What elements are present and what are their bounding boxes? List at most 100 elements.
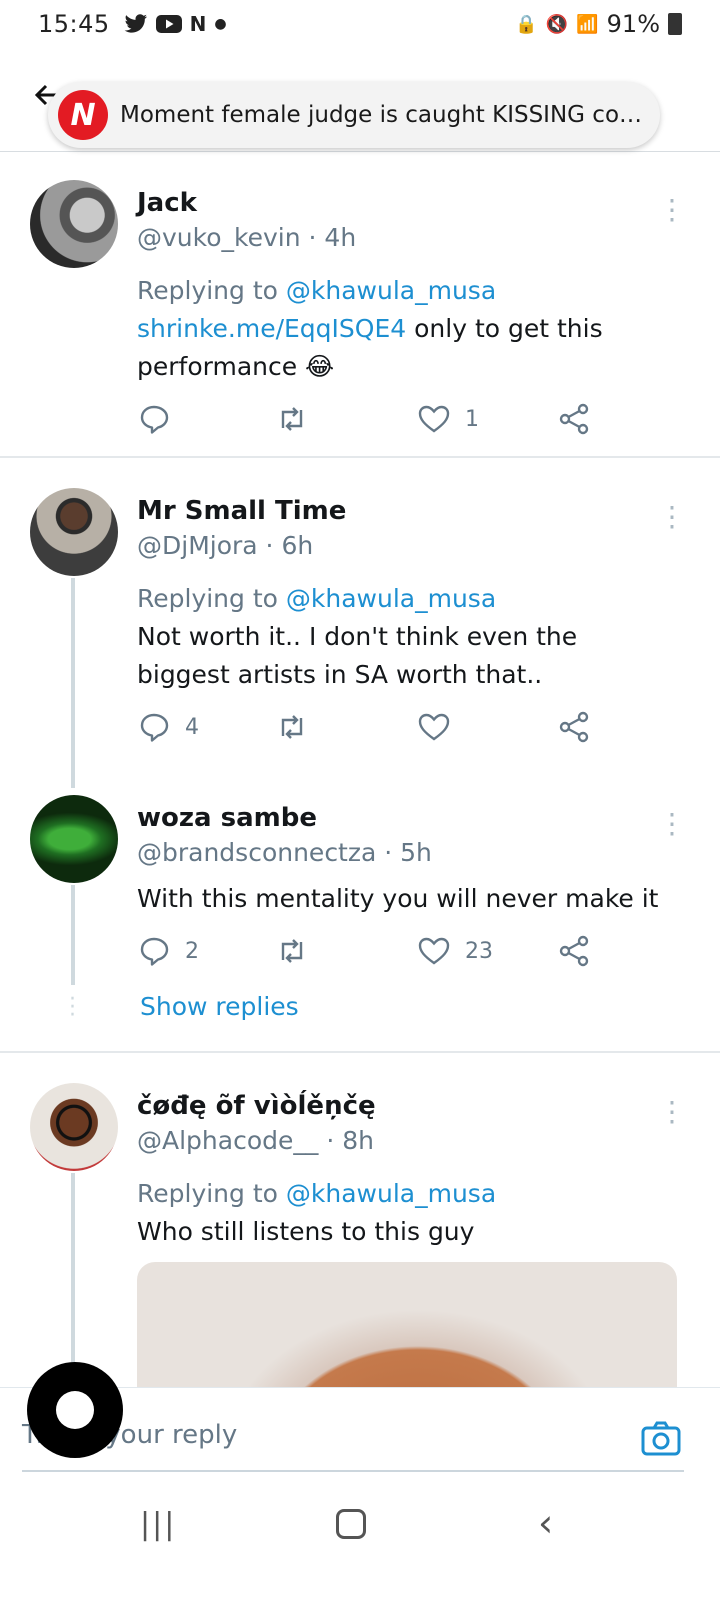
tweet-link[interactable]: shrinke.me/EqqISQE4 xyxy=(137,314,406,343)
mention-link[interactable]: @khawula_musa xyxy=(286,1179,496,1208)
reply-button[interactable] xyxy=(137,402,185,436)
retweet-icon xyxy=(281,715,303,739)
news-icon: N xyxy=(189,12,207,36)
twitter-icon xyxy=(124,14,147,33)
reply-button[interactable]: 2 xyxy=(137,934,199,968)
back-icon[interactable]: ‹ xyxy=(538,1501,553,1545)
like-count: 1 xyxy=(465,406,479,432)
handle-text: @DjMjora xyxy=(137,531,258,560)
more-options-icon[interactable]: ⋮ xyxy=(658,810,686,838)
home-icon[interactable] xyxy=(336,1509,366,1539)
mute-icon: 🔇 xyxy=(545,13,569,35)
mention-link[interactable]: @khawula_musa xyxy=(286,276,496,305)
tweet-time: 4h xyxy=(324,223,357,252)
heart-icon xyxy=(418,713,450,741)
share-icon xyxy=(559,711,589,743)
more-options-icon[interactable]: ⋮ xyxy=(658,503,686,531)
tweet-author-handle[interactable]: @vuko_kevin · 4h xyxy=(137,223,356,252)
battery-text: 91% xyxy=(606,10,660,38)
tweet-body: Replying to @khawula_musa shrinke.me/Eqq… xyxy=(137,272,677,386)
divider xyxy=(0,456,720,458)
tweet-time: 6h xyxy=(281,531,314,560)
heart-icon xyxy=(418,937,450,965)
avatar[interactable] xyxy=(30,488,118,576)
share-button[interactable] xyxy=(557,934,591,968)
recent-apps-icon[interactable]: ||| xyxy=(140,1507,176,1542)
handle-text: @Alphacode__ xyxy=(137,1126,319,1155)
youtube-icon xyxy=(155,15,182,33)
retweet-button[interactable] xyxy=(275,710,323,744)
thread-line xyxy=(71,1173,75,1387)
thread-continuation-dots: · · · xyxy=(69,987,76,1028)
thread-line xyxy=(71,885,75,985)
like-button[interactable]: 23 xyxy=(417,934,493,968)
tweet-time: 5h xyxy=(400,838,432,867)
avatar[interactable] xyxy=(30,1083,118,1171)
news-banner-text: Moment female judge is caught KISSING co… xyxy=(120,102,650,128)
tweet-author-name[interactable]: woza sambe xyxy=(137,803,317,833)
share-icon xyxy=(559,935,589,967)
more-options-icon[interactable]: ⋮ xyxy=(658,196,686,224)
heart-icon xyxy=(418,405,450,433)
battery-icon xyxy=(668,13,682,35)
floating-assistant-button[interactable] xyxy=(27,1362,123,1458)
retweet-button[interactable] xyxy=(275,934,323,968)
more-notifications-dot-icon: ● xyxy=(214,16,227,32)
tweet-text: With this mentality you will never make … xyxy=(137,884,659,913)
avatar[interactable] xyxy=(30,795,118,883)
share-icon xyxy=(559,403,589,435)
like-button[interactable] xyxy=(417,710,465,744)
avatar[interactable] xyxy=(30,180,118,268)
replying-to-label: Replying to xyxy=(137,276,286,305)
divider xyxy=(0,1051,720,1053)
camera-icon[interactable] xyxy=(640,1418,682,1460)
show-replies-link[interactable]: Show replies xyxy=(140,992,299,1021)
reply-count: 2 xyxy=(185,938,199,964)
reply-input[interactable]: Tweet your reply xyxy=(22,1418,684,1472)
navigation-bar: ||| ‹ xyxy=(0,1487,720,1600)
tweet-author-name[interactable]: čøđę õf vìòĺěņčę xyxy=(137,1091,376,1121)
news-logo-icon: N xyxy=(58,90,108,140)
retweet-button[interactable] xyxy=(275,402,323,436)
share-button[interactable] xyxy=(557,710,591,744)
tweet-text: Who still listens to this guy xyxy=(137,1217,475,1246)
like-count: 23 xyxy=(465,938,493,964)
tweet-text: Not worth it.. I don't think even the bi… xyxy=(137,622,578,689)
tweet-time: 8h xyxy=(342,1126,374,1155)
tweet-author-name[interactable]: Jack xyxy=(137,188,197,218)
notification-icons: N ● xyxy=(124,12,227,36)
handle-text: @brandsconnectza xyxy=(137,838,377,867)
retweet-icon xyxy=(281,939,303,963)
reply-icon xyxy=(140,713,169,742)
news-banner[interactable]: N Moment female judge is caught KISSING … xyxy=(48,82,660,148)
tweet-author-handle[interactable]: @DjMjora · 6h xyxy=(137,531,313,560)
tweet-body: Replying to @khawula_musa Not worth it..… xyxy=(137,580,677,694)
tweet-author-handle[interactable]: @Alphacode__ · 8h xyxy=(137,1126,374,1155)
status-bar: 15:45 N ● 🔒 🔇 📶 91% xyxy=(0,0,720,48)
mention-link[interactable]: @khawula_musa xyxy=(286,584,496,613)
tweet-author-name[interactable]: Mr Small Time xyxy=(137,496,346,526)
retweet-icon xyxy=(281,407,303,431)
reply-button[interactable]: 4 xyxy=(137,710,199,744)
handle-text: @vuko_kevin xyxy=(137,223,301,252)
tweet-body: Replying to @khawula_musa Who still list… xyxy=(137,1175,677,1251)
tweet-actions: 1 xyxy=(137,402,607,442)
thread-line xyxy=(71,578,75,788)
tweet-author-handle[interactable]: @brandsconnectza · 5h xyxy=(137,838,432,867)
reply-icon xyxy=(140,405,169,434)
replying-to-label: Replying to xyxy=(137,584,286,613)
floating-button-dot-icon xyxy=(56,1391,94,1429)
status-time: 15:45 xyxy=(38,10,110,38)
like-button[interactable]: 1 xyxy=(417,402,479,436)
tweet-body: With this mentality you will never make … xyxy=(137,880,677,918)
reply-icon xyxy=(140,937,169,966)
tweet-actions: 4 xyxy=(137,710,607,750)
wifi-icon: 📶 xyxy=(576,13,599,35)
more-options-icon[interactable]: ⋮ xyxy=(658,1098,686,1126)
reply-count: 4 xyxy=(185,714,199,740)
header: N Moment female judge is caught KISSING … xyxy=(0,70,720,152)
status-right: 🔒 🔇 📶 91% xyxy=(515,10,682,38)
lock-icon: 🔒 xyxy=(515,13,538,35)
tweet-actions: 2 23 xyxy=(137,934,607,974)
share-button[interactable] xyxy=(557,402,591,436)
